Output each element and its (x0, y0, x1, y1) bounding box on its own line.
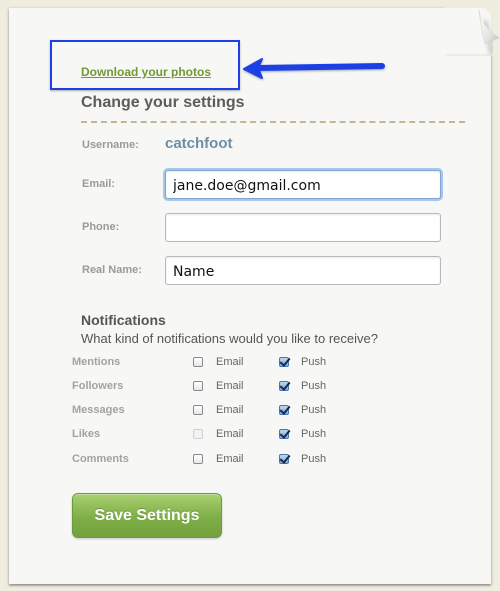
notification-type-label: Mentions (72, 356, 121, 368)
email-option-label: Email (216, 453, 244, 465)
username-label: Username: (82, 139, 139, 151)
followers-email-checkbox[interactable] (193, 381, 203, 391)
annotation-arrow-icon (243, 58, 385, 79)
email-option-label: Email (216, 404, 244, 416)
notification-row-followers: Followers Email Push (9, 380, 491, 400)
notifications-heading: Notifications (81, 312, 166, 328)
push-option-label: Push (301, 404, 327, 416)
mentions-push-checkbox[interactable] (279, 357, 289, 367)
notifications-subtitle: What kind of notifications would you lik… (81, 331, 378, 346)
followers-push-checkbox[interactable] (279, 381, 289, 391)
email-field[interactable] (165, 170, 441, 199)
real-name-field[interactable] (165, 256, 441, 285)
notification-type-label: Comments (72, 453, 129, 465)
email-option-label: Email (216, 356, 244, 368)
notification-row-comments: Comments Email Push (9, 453, 491, 473)
mentions-email-checkbox[interactable] (193, 357, 203, 367)
likes-push-checkbox[interactable] (279, 429, 289, 439)
email-label: Email: (82, 178, 116, 190)
email-option-label: Email (216, 428, 244, 440)
notification-type-label: Followers (72, 380, 124, 392)
likes-email-checkbox[interactable] (193, 429, 203, 439)
notification-row-mentions: Mentions Email Push (9, 356, 491, 376)
messages-push-checkbox[interactable] (279, 405, 289, 415)
email-option-label: Email (216, 380, 244, 392)
messages-email-checkbox[interactable] (193, 405, 203, 415)
notification-type-label: Messages (72, 404, 125, 416)
settings-page: Download your photos Change your setting… (9, 0, 500, 584)
push-option-label: Push (301, 453, 327, 465)
phone-label: Phone: (82, 221, 120, 233)
push-option-label: Push (301, 356, 327, 368)
push-option-label: Push (301, 380, 327, 392)
comments-push-checkbox[interactable] (279, 454, 289, 464)
annotation-highlight-box (50, 40, 240, 90)
divider (81, 121, 465, 123)
page-curl-decoration (445, 0, 500, 56)
page-title: Change your settings (81, 94, 245, 111)
real-name-label: Real Name: (82, 264, 142, 276)
comments-email-checkbox[interactable] (193, 454, 203, 464)
phone-field[interactable] (165, 213, 441, 242)
notification-type-label: Likes (72, 428, 101, 440)
notification-row-messages: Messages Email Push (9, 404, 491, 424)
push-option-label: Push (301, 428, 327, 440)
username-value: catchfoot (165, 135, 233, 152)
save-settings-button[interactable]: Save Settings (72, 493, 222, 538)
notification-row-likes: Likes Email Push (9, 428, 491, 448)
